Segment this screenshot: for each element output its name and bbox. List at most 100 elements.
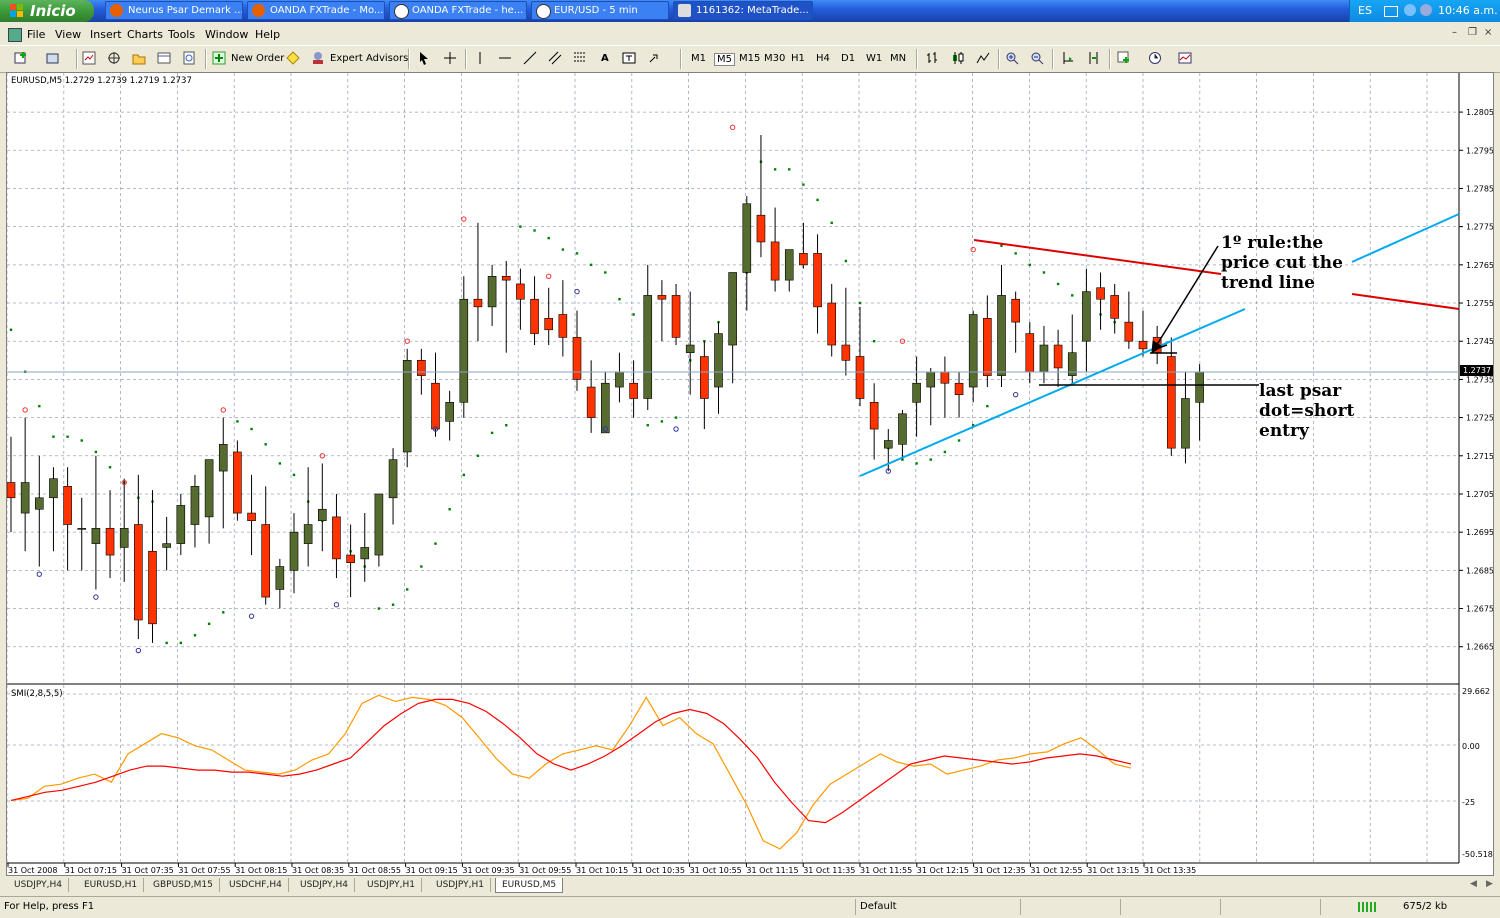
new-order-button[interactable]: New Order bbox=[231, 53, 284, 64]
psar-dot bbox=[38, 404, 41, 408]
zoom-out-icon[interactable] bbox=[1030, 51, 1044, 65]
zoom-in-icon[interactable] bbox=[1005, 51, 1019, 65]
candle-bearish bbox=[247, 512, 256, 522]
chart-canvas[interactable]: 1º rule:the price cut the trend line las… bbox=[6, 73, 1498, 875]
timeframe-h1[interactable]: H1 bbox=[791, 53, 805, 64]
timeframe-d1[interactable]: D1 bbox=[841, 53, 855, 64]
terminal-icon[interactable] bbox=[157, 51, 171, 65]
chart-shift-icon[interactable] bbox=[1087, 51, 1101, 65]
system-tray: ES 10:46 a.m. bbox=[1349, 0, 1500, 22]
tab-gbpusd-m15[interactable]: GBPUSD,M15 bbox=[147, 878, 220, 892]
keyboard-icon[interactable] bbox=[1384, 6, 1398, 17]
start-button[interactable]: Inicio bbox=[0, 0, 94, 22]
timeframe-m1[interactable]: M1 bbox=[691, 53, 706, 64]
psar-dot bbox=[377, 607, 381, 610]
arrows-icon[interactable] bbox=[648, 51, 662, 65]
bar-chart-icon[interactable] bbox=[925, 51, 939, 65]
tab-eurusd-h1[interactable]: EURUSD,H1 bbox=[78, 878, 145, 892]
chart-window-icon[interactable] bbox=[8, 28, 22, 42]
tab-scroll-left-icon[interactable]: ◀ bbox=[1470, 879, 1477, 889]
templates-icon[interactable] bbox=[1178, 51, 1192, 65]
candlestick-icon[interactable] bbox=[951, 51, 965, 65]
taskbar-button-label: OANDA FXTrade - he... bbox=[412, 5, 524, 16]
uptrend-line-extension[interactable] bbox=[1351, 213, 1460, 263]
menu-file[interactable]: File bbox=[27, 28, 45, 41]
network-icon[interactable] bbox=[1404, 4, 1416, 16]
line-chart-icon[interactable] bbox=[976, 51, 990, 65]
menu-tools[interactable]: Tools bbox=[168, 28, 195, 41]
metaeditor-icon[interactable] bbox=[286, 51, 300, 65]
psar-dot bbox=[1000, 244, 1003, 247]
timeframe-m5[interactable]: M5 bbox=[714, 53, 735, 66]
language-indicator[interactable]: ES bbox=[1358, 4, 1372, 17]
status-profile[interactable]: Default bbox=[860, 901, 897, 912]
candle-bullish bbox=[728, 272, 737, 346]
tab-usdjpy-h4[interactable]: USDJPY,H4 bbox=[8, 878, 69, 892]
psar-dot bbox=[94, 450, 98, 454]
indicators-icon[interactable] bbox=[1117, 51, 1131, 65]
data-window-icon[interactable] bbox=[107, 51, 121, 65]
tab-usdjpy-h1[interactable]: USDJPY,H1 bbox=[361, 878, 422, 892]
psar-dot bbox=[278, 462, 282, 465]
timeframe-m15[interactable]: M15 bbox=[739, 53, 760, 64]
resistance-line[interactable] bbox=[973, 239, 1222, 275]
taskbar-button-label: Neurus Psar Demark ... bbox=[128, 5, 243, 16]
equidistant-channel-icon[interactable] bbox=[548, 51, 562, 65]
taskbar-button-neurus[interactable]: Neurus Psar Demark ... bbox=[105, 1, 243, 20]
menu-charts[interactable]: Charts bbox=[127, 28, 163, 41]
timeframe-m30[interactable]: M30 bbox=[764, 53, 785, 64]
psar-dot bbox=[1028, 263, 1031, 267]
timeframe-h4[interactable]: H4 bbox=[816, 53, 830, 64]
expert-advisors-button[interactable]: Expert Advisors bbox=[330, 53, 408, 64]
fibonacci-icon[interactable] bbox=[573, 51, 587, 65]
candle-bullish bbox=[303, 524, 313, 544]
update-icon[interactable] bbox=[1420, 4, 1432, 16]
psar-dot bbox=[9, 328, 13, 331]
taskbar-button-oanda-1[interactable]: OANDA FXTrade - Mo... bbox=[247, 1, 385, 20]
candle-bearish bbox=[1138, 340, 1148, 350]
minimize-icon[interactable]: – bbox=[1452, 27, 1457, 38]
price-tick-label: 1.2755 bbox=[1466, 299, 1493, 308]
expert-advisors-icon[interactable] bbox=[311, 51, 325, 65]
connection-status-icon[interactable] bbox=[1358, 902, 1378, 912]
time-tick-label: 31 Oct 09:15 bbox=[406, 866, 458, 875]
trendline-icon[interactable] bbox=[523, 51, 537, 65]
tab-usdchf-h4[interactable]: USDCHF,H4 bbox=[223, 878, 289, 892]
tab-scroll-right-icon[interactable]: ▶ bbox=[1486, 879, 1493, 889]
timeframe-w1[interactable]: W1 bbox=[866, 53, 882, 64]
candle-bearish bbox=[6, 482, 16, 499]
market-watch-icon[interactable] bbox=[82, 51, 96, 65]
new-chart-icon[interactable] bbox=[14, 51, 28, 65]
vertical-line-icon[interactable] bbox=[473, 51, 487, 65]
candle-bullish bbox=[388, 459, 398, 499]
restore-icon[interactable]: ❐ bbox=[1468, 27, 1477, 38]
periods-icon[interactable] bbox=[1148, 51, 1162, 65]
tab-usdjpy-h1-2[interactable]: USDJPY,H1 bbox=[430, 878, 491, 892]
taskbar-button-oanda-2[interactable]: OANDA FXTrade - he... bbox=[389, 1, 527, 20]
tab-usdjpy-h4-2[interactable]: USDJPY,H4 bbox=[294, 878, 355, 892]
chart-window[interactable]: 1º rule:the price cut the trend line las… bbox=[6, 72, 1498, 876]
text-tool-icon[interactable]: A bbox=[601, 53, 609, 64]
cursor-icon[interactable] bbox=[417, 51, 431, 65]
taskbar-button-eurusd[interactable]: EUR/USD - 5 min bbox=[531, 1, 669, 20]
close-icon[interactable]: × bbox=[1484, 27, 1492, 38]
navigator-icon[interactable] bbox=[132, 51, 146, 65]
menu-view[interactable]: View bbox=[55, 28, 81, 41]
clock[interactable]: 10:46 a.m. bbox=[1438, 4, 1498, 17]
menu-help[interactable]: Help bbox=[255, 28, 280, 41]
profiles-icon[interactable] bbox=[46, 51, 60, 65]
new-order-icon[interactable] bbox=[212, 51, 226, 65]
tab-eurusd-m5[interactable]: EURUSD,M5 bbox=[495, 878, 564, 893]
strategy-tester-icon[interactable] bbox=[182, 51, 196, 65]
timeframe-mn[interactable]: MN bbox=[890, 53, 906, 64]
menu-window[interactable]: Window bbox=[205, 28, 248, 41]
resistance-line-extension[interactable] bbox=[1351, 293, 1460, 310]
firefox-icon bbox=[252, 4, 265, 17]
menu-insert[interactable]: Insert bbox=[90, 28, 122, 41]
crosshair-icon[interactable] bbox=[443, 51, 457, 65]
horizontal-line-icon[interactable] bbox=[498, 51, 512, 65]
price-tick-label: 1.2665 bbox=[1466, 643, 1493, 652]
text-label-icon[interactable] bbox=[622, 51, 636, 65]
auto-scroll-icon[interactable] bbox=[1061, 51, 1075, 65]
taskbar-button-metatrader[interactable]: 1161362: MetaTrade... bbox=[673, 1, 813, 20]
